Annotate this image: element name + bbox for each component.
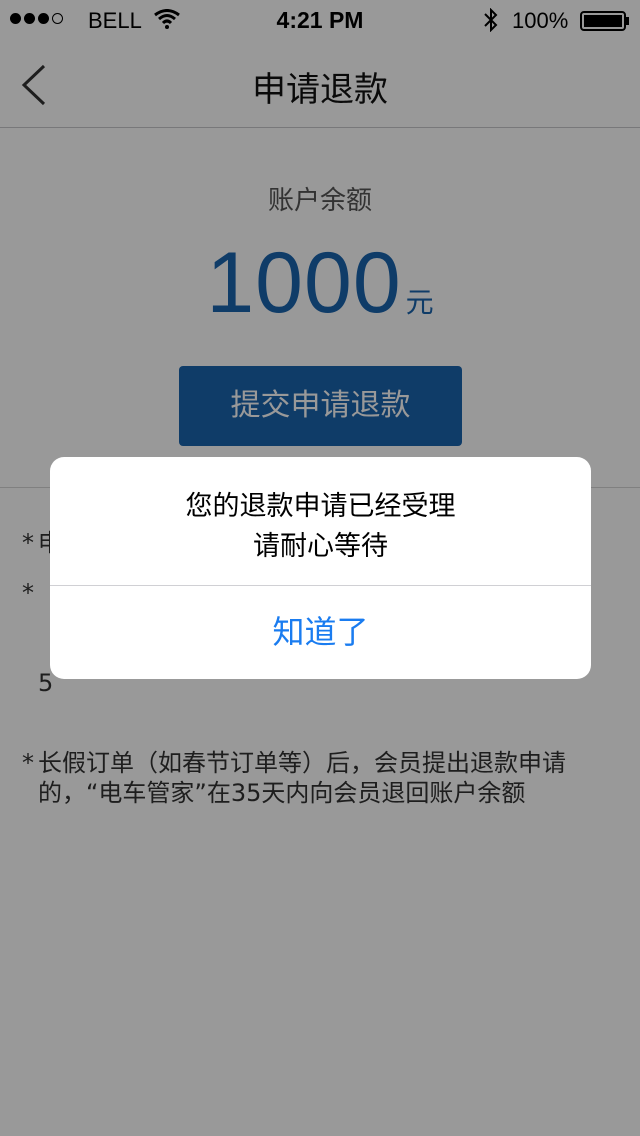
alert-dialog: 您的退款申请已经受理 请耐心等待 知道了 bbox=[50, 457, 591, 679]
alert-ok-button[interactable]: 知道了 bbox=[50, 586, 591, 679]
screen: BELL 4:21 PM 100% 申请退款 账户余额 1000 元 提交申请退款 bbox=[0, 0, 640, 1136]
alert-message: 您的退款申请已经受理 请耐心等待 bbox=[50, 487, 591, 567]
alert-line-2: 请耐心等待 bbox=[253, 531, 388, 562]
alert-line-1: 您的退款申请已经受理 bbox=[185, 491, 456, 522]
